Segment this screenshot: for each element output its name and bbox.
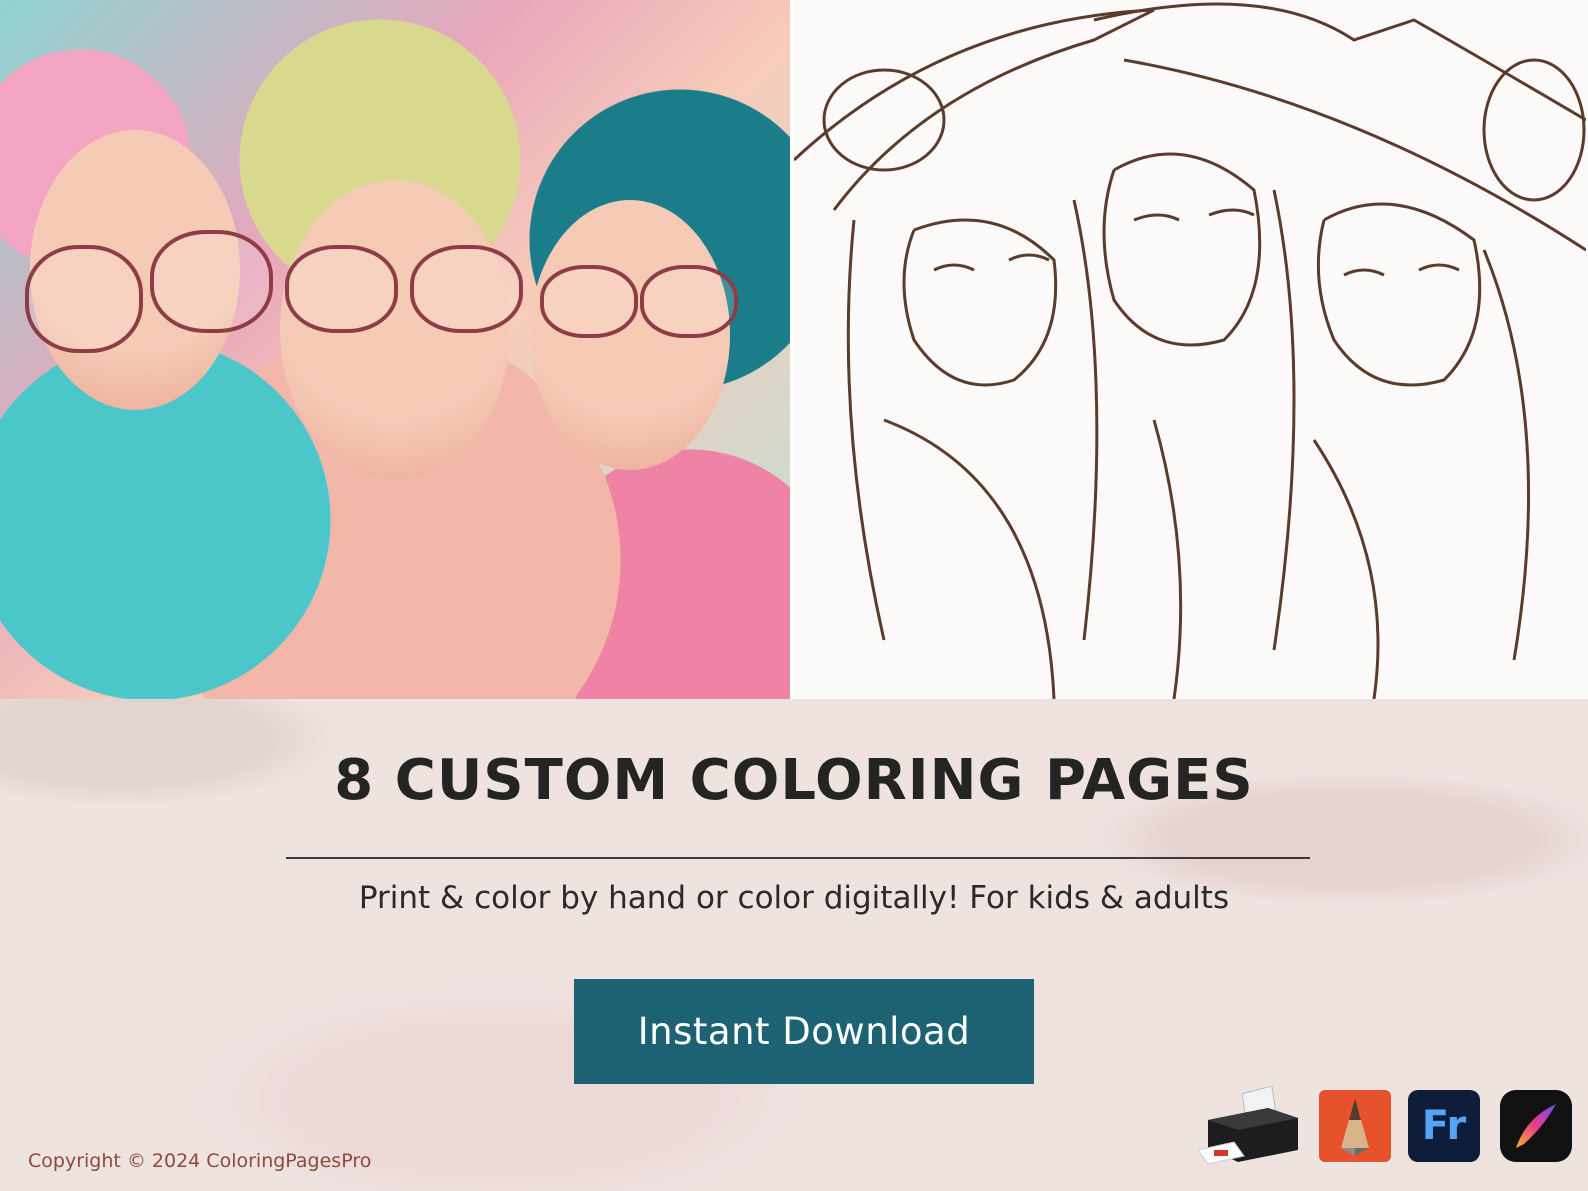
line-art-drawing [794, 2, 1586, 699]
copyright-text: Copyright © 2024 ColoringPagesPro [28, 1150, 372, 1172]
glasses-center-right [410, 245, 523, 333]
instant-download-button[interactable]: Instant Download [574, 979, 1034, 1084]
page-title: 8 CUSTOM COLORING PAGES [334, 748, 1254, 813]
adobe-fresco-label: Fr [1421, 1103, 1467, 1149]
divider [286, 857, 1310, 859]
sunglasses-right [150, 230, 273, 333]
line-art-illustration [790, 0, 1588, 699]
glasses-right-left [540, 265, 638, 338]
hero-images [0, 0, 1588, 699]
sketchbook-pencil-icon [1319, 1090, 1391, 1162]
subtitle: Print & color by hand or color digitally… [358, 880, 1230, 916]
colored-illustration [0, 0, 790, 699]
glasses-right-right [640, 265, 738, 338]
glasses-center-left [285, 245, 398, 333]
compatible-apps: Fr [1197, 1085, 1572, 1165]
procreate-icon [1500, 1090, 1572, 1162]
sunglasses [25, 245, 143, 353]
printer-icon [1197, 1085, 1302, 1165]
adobe-fresco-icon: Fr [1408, 1090, 1480, 1162]
